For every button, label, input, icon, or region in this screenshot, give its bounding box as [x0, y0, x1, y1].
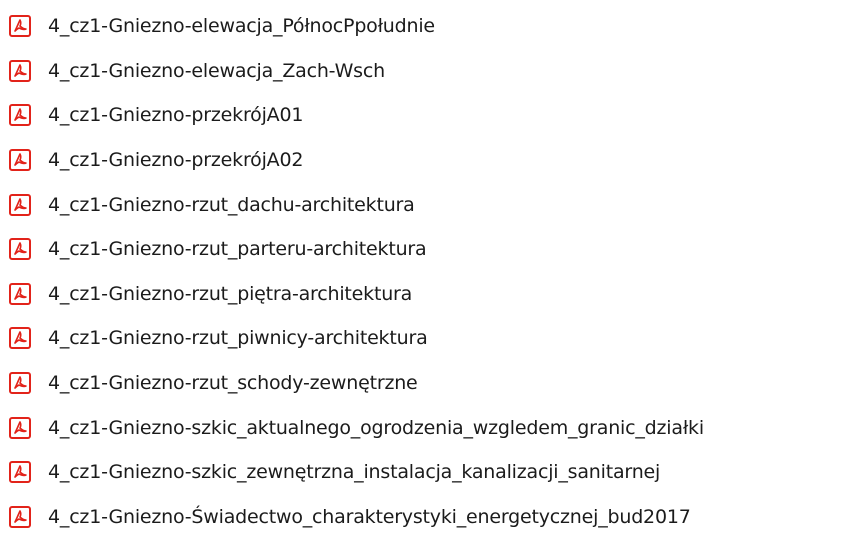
file-list-item[interactable]: 4_cz1-Gniezno-elewacja_Zach-Wsch	[0, 49, 846, 94]
pdf-file-icon	[9, 104, 31, 127]
file-list-item[interactable]: 4_cz1-Gniezno-rzut_piwnicy-architektura	[0, 316, 846, 361]
pdf-file-icon	[9, 238, 31, 261]
pdf-file-icon	[9, 372, 31, 395]
file-list-item[interactable]: 4_cz1-Gniezno-szkic_zewnętrzna_instalacj…	[0, 450, 846, 495]
file-name: 4_cz1-Gniezno-rzut_piętra-architektura	[48, 282, 413, 305]
pdf-file-icon	[9, 461, 31, 484]
file-list-item[interactable]: 4_cz1-Gniezno-rzut_piętra-architektura	[0, 272, 846, 317]
file-name: 4_cz1-Gniezno-elewacja_PółnocPpołudnie	[48, 15, 435, 38]
file-name: 4_cz1-Gniezno-przekrójA01	[48, 104, 304, 127]
pdf-file-icon	[9, 282, 31, 305]
file-list-item[interactable]: 4_cz1-Gniezno-przekrójA02	[0, 138, 846, 183]
file-name: 4_cz1-Gniezno-szkic_aktualnego_ogrodzeni…	[48, 416, 704, 439]
file-name: 4_cz1-Gniezno-rzut_dachu-architektura	[48, 193, 415, 216]
file-name: 4_cz1-Gniezno-elewacja_Zach-Wsch	[48, 59, 385, 82]
file-list-item[interactable]: 4_cz1-Gniezno-szkic_aktualnego_ogrodzeni…	[0, 405, 846, 450]
pdf-file-icon	[9, 149, 31, 172]
file-list-item[interactable]: 4_cz1-Gniezno-rzut_schody-zewnętrzne	[0, 361, 846, 406]
pdf-file-icon	[9, 193, 31, 216]
file-list-item[interactable]: 4_cz1-Gniezno-rzut_dachu-architektura	[0, 182, 846, 227]
pdf-file-icon	[9, 416, 31, 439]
file-list-item[interactable]: 4_cz1-Gniezno-rzut_parteru-architektura	[0, 227, 846, 272]
pdf-file-icon	[9, 327, 31, 350]
file-list-item[interactable]: 4_cz1-Gniezno-przekrójA01	[0, 93, 846, 138]
file-list: 4_cz1-Gniezno-elewacja_PółnocPpołudnie 4…	[0, 0, 846, 540]
file-name: 4_cz1-Gniezno-przekrójA02	[48, 149, 304, 172]
file-list-item[interactable]: 4_cz1-Gniezno-elewacja_PółnocPpołudnie	[0, 4, 846, 49]
file-name: 4_cz1-Gniezno-szkic_zewnętrzna_instalacj…	[48, 461, 661, 484]
file-name: 4_cz1-Gniezno-rzut_piwnicy-architektura	[48, 327, 428, 350]
pdf-file-icon	[9, 15, 31, 38]
pdf-file-icon	[9, 505, 31, 528]
file-name: 4_cz1-Gniezno-rzut_parteru-architektura	[48, 238, 427, 261]
file-name: 4_cz1-Gniezno-Świadectwo_charakterystyki…	[48, 505, 691, 528]
pdf-file-icon	[9, 59, 31, 82]
file-list-item[interactable]: 4_cz1-Gniezno-Świadectwo_charakterystyki…	[0, 495, 846, 540]
file-name: 4_cz1-Gniezno-rzut_schody-zewnętrzne	[48, 372, 418, 395]
